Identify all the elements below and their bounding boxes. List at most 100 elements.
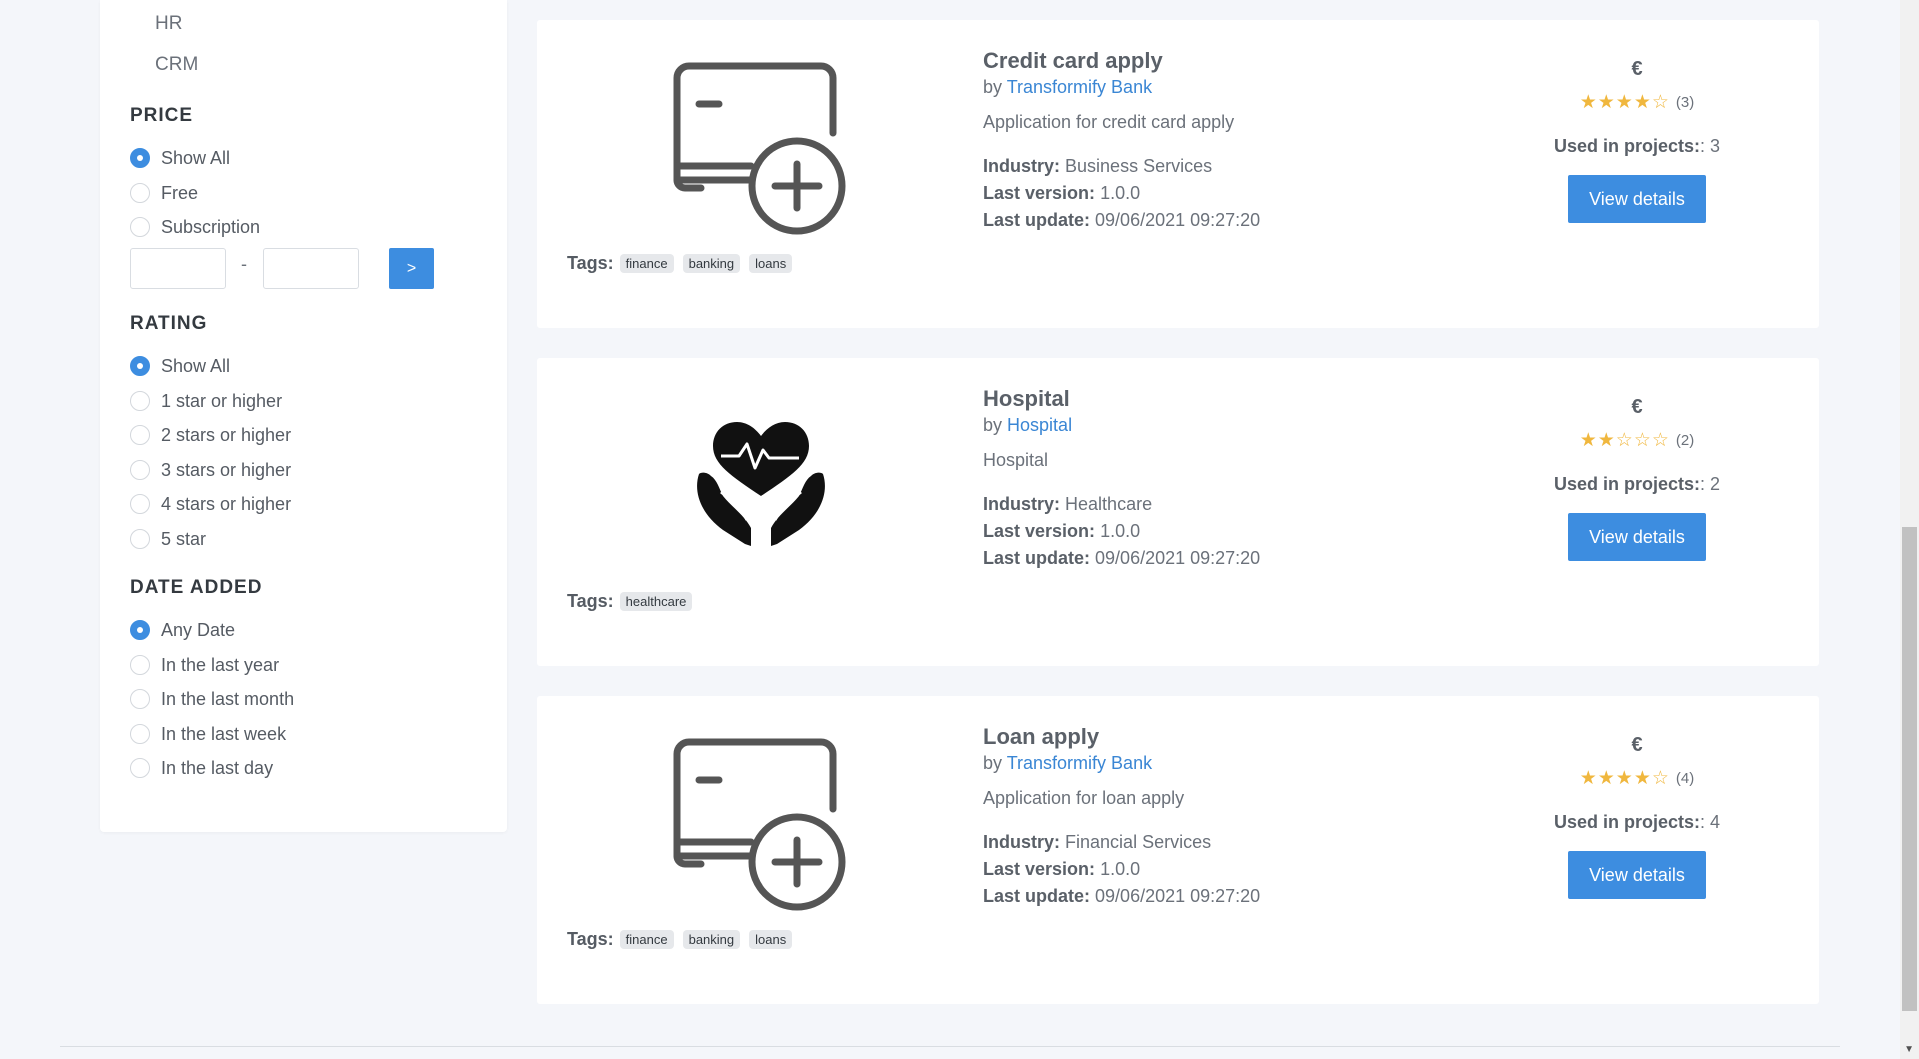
- card-description: Application for credit card apply: [983, 112, 1235, 132]
- card-title[interactable]: Loan apply: [983, 724, 1260, 750]
- tag[interactable]: finance: [619, 254, 674, 273]
- version-value: 1.0.0: [1100, 859, 1141, 879]
- credit-card-add-icon: [671, 58, 851, 238]
- radio[interactable]: [130, 724, 150, 744]
- footer-divider: [60, 1046, 1840, 1047]
- industry-row: Industry: Healthcare: [983, 491, 1260, 518]
- card-meta: Industry: Business Services Last version…: [983, 153, 1260, 234]
- rating-option-2-stars[interactable]: 2 stars or higher: [130, 423, 291, 447]
- tag[interactable]: loans: [749, 254, 793, 273]
- app-card: Tags: finance banking loans Credit card …: [537, 20, 1819, 328]
- heart-hands-icon: [671, 396, 851, 576]
- radio-label: In the last day: [161, 757, 274, 778]
- tag[interactable]: healthcare: [619, 592, 693, 611]
- radio-label: Subscription: [161, 216, 261, 237]
- page-scrollbar[interactable]: ▼: [1900, 0, 1919, 1059]
- price-apply-button[interactable]: >: [389, 248, 434, 289]
- industry-label: Industry:: [983, 156, 1061, 176]
- by-label: by: [983, 77, 1003, 97]
- radio[interactable]: [130, 217, 150, 237]
- radio-label: In the last week: [161, 723, 287, 744]
- rating-filter-title: RATING: [130, 313, 208, 334]
- tags-label: Tags:: [567, 591, 614, 611]
- used-label: Used in projects:: [1553, 812, 1700, 832]
- rating-option-4-stars[interactable]: 4 stars or higher: [130, 492, 291, 516]
- stars-icon: ★★☆☆☆: [1579, 430, 1670, 451]
- price-max-input[interactable]: [263, 248, 359, 289]
- card-info: Loan apply by Transformify Bank Applicat…: [983, 724, 1260, 910]
- industry-row: Industry: Financial Services: [983, 829, 1260, 856]
- date-option-any[interactable]: Any Date: [130, 618, 235, 642]
- rating-count: (2): [1675, 432, 1695, 449]
- radio[interactable]: [130, 655, 150, 675]
- radio[interactable]: [130, 183, 150, 203]
- author-link[interactable]: Transformify Bank: [1007, 753, 1152, 773]
- update-value: 09/06/2021 09:27:20: [1095, 210, 1261, 230]
- price-option-free[interactable]: Free: [130, 181, 198, 205]
- update-label: Last update:: [983, 548, 1091, 568]
- price-range-separator: -: [241, 254, 247, 274]
- card-author-line: by Transformify Bank: [983, 77, 1260, 98]
- tag[interactable]: loans: [749, 930, 793, 949]
- rating-option-3-stars[interactable]: 3 stars or higher: [130, 458, 291, 482]
- view-details-button[interactable]: View details: [1568, 513, 1706, 561]
- rating-option-1-star[interactable]: 1 star or higher: [130, 389, 282, 413]
- date-option-last-year[interactable]: In the last year: [130, 653, 279, 677]
- rating-option-show-all[interactable]: Show All: [130, 354, 230, 378]
- tags-label: Tags:: [567, 253, 614, 273]
- credit-card-add-icon: [671, 734, 851, 914]
- view-details-button[interactable]: View details: [1568, 851, 1706, 899]
- version-row: Last version: 1.0.0: [983, 518, 1260, 545]
- price-min-input[interactable]: [130, 248, 226, 289]
- date-option-last-week[interactable]: In the last week: [130, 722, 286, 746]
- update-row: Last update: 09/06/2021 09:27:20: [983, 207, 1260, 234]
- rating-count: (3): [1675, 94, 1695, 111]
- author-link[interactable]: Hospital: [1007, 415, 1072, 435]
- radio[interactable]: [130, 494, 150, 514]
- price-option-show-all[interactable]: Show All: [130, 146, 230, 170]
- view-details-button[interactable]: View details: [1568, 175, 1706, 223]
- industry-label: Industry:: [983, 832, 1061, 852]
- tag[interactable]: banking: [682, 254, 741, 273]
- radio[interactable]: [130, 758, 150, 778]
- card-title[interactable]: Hospital: [983, 386, 1260, 412]
- card-author-line: by Transformify Bank: [983, 753, 1260, 774]
- date-option-last-month[interactable]: In the last month: [130, 687, 294, 711]
- industry-value: Financial Services: [1065, 832, 1212, 852]
- tag[interactable]: finance: [619, 930, 674, 949]
- card-title[interactable]: Credit card apply: [983, 48, 1260, 74]
- scroll-down-arrow-icon[interactable]: ▼: [1904, 1044, 1914, 1055]
- used-value: : 2: [1700, 474, 1721, 494]
- used-label: Used in projects:: [1553, 474, 1700, 494]
- radio-checked[interactable]: [130, 356, 150, 376]
- update-row: Last update: 09/06/2021 09:27:20: [983, 545, 1260, 572]
- radio-label: 5 star: [161, 528, 207, 549]
- radio[interactable]: [130, 391, 150, 411]
- version-label: Last version:: [983, 521, 1096, 541]
- date-option-last-day[interactable]: In the last day: [130, 756, 273, 780]
- radio-checked[interactable]: [130, 620, 150, 640]
- version-row: Last version: 1.0.0: [983, 180, 1260, 207]
- radio[interactable]: [130, 460, 150, 480]
- date-filter-title: DATE ADDED: [130, 577, 263, 598]
- version-label: Last version:: [983, 183, 1096, 203]
- radio[interactable]: [130, 529, 150, 549]
- author-link[interactable]: Transformify Bank: [1007, 77, 1152, 97]
- price-option-subscription[interactable]: Subscription: [130, 215, 260, 239]
- update-value: 09/06/2021 09:27:20: [1095, 548, 1261, 568]
- category-item-crm[interactable]: CRM: [155, 54, 198, 76]
- rating-option-5-star[interactable]: 5 star: [130, 527, 206, 551]
- industry-row: Industry: Business Services: [983, 153, 1260, 180]
- star-rating: ★★★★☆ (3): [1527, 91, 1747, 114]
- radio[interactable]: [130, 425, 150, 445]
- stars-icon: ★★★★☆: [1579, 92, 1670, 113]
- used-in-projects: Used in projects:: 3: [1527, 136, 1747, 157]
- radio[interactable]: [130, 689, 150, 709]
- category-item-hr[interactable]: HR: [155, 13, 182, 35]
- industry-label: Industry:: [983, 494, 1061, 514]
- scrollbar-thumb[interactable]: [1902, 527, 1917, 1011]
- used-in-projects: Used in projects:: 4: [1527, 812, 1747, 833]
- version-label: Last version:: [983, 859, 1096, 879]
- tag[interactable]: banking: [682, 930, 741, 949]
- radio-checked[interactable]: [130, 148, 150, 168]
